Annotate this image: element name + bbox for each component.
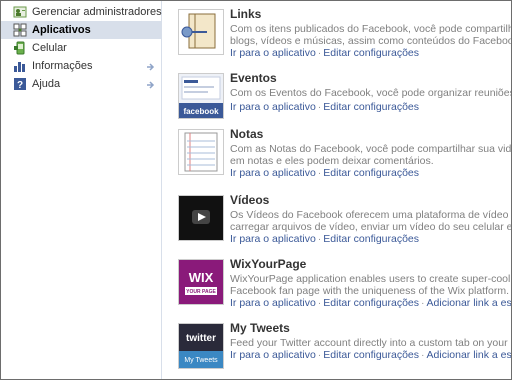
stats-chart-icon [13, 59, 27, 73]
app-title: My Tweets [230, 321, 290, 335]
sidebar-item-label: Ajuda [32, 78, 61, 90]
app-title: WixYourPage [230, 257, 307, 271]
go-to-app-link[interactable]: Ir para o aplicativo [230, 47, 316, 59]
go-to-app-link[interactable]: Ir para o aplicativo [230, 297, 316, 309]
sidebar-item-label: Informações [32, 60, 93, 72]
external-arrow-icon [147, 80, 155, 89]
app-links: Ir para o aplicativo · Editar configuraçõe… [230, 167, 420, 179]
admin-users-icon [13, 5, 27, 19]
svg-text:YOUR PAGE: YOUR PAGE [186, 289, 216, 295]
video-app-icon [178, 195, 224, 241]
sidebar-item-admins[interactable]: Gerenciar administradores [1, 3, 162, 21]
app-window: Gerenciar administradores Aplicativos Ce… [0, 0, 512, 380]
twitter-app-icon: twitter My Tweets [178, 323, 224, 369]
app-links: Ir para o aplicativo · Editar configuraçõe… [230, 47, 420, 59]
events-app-icon: facebook [178, 73, 224, 119]
edit-settings-link[interactable]: Editar configurações [323, 297, 419, 309]
app-links: Ir para o aplicativo · Editar configuraçõe… [230, 349, 511, 361]
help-question-icon: ? [13, 77, 27, 91]
app-description: WixYourPage application enables users to… [230, 273, 511, 297]
svg-text:?: ? [17, 80, 23, 91]
app-title: Eventos [230, 71, 277, 85]
app-links: Ir para o aplicativo · Editar configuraçõe… [230, 233, 420, 245]
apps-list: Links Com os itens publicados do Faceboo… [162, 1, 511, 379]
go-to-app-link[interactable]: Ir para o aplicativo [230, 349, 316, 361]
app-links: Ir para o aplicativo · Editar configuraçõe… [230, 101, 420, 113]
app-description: Com os Eventos do Facebook, você pode or… [230, 87, 512, 99]
go-to-app-link[interactable]: Ir para o aplicativo [230, 233, 316, 245]
add-tab-link[interactable]: Adicionar link a esta guia [427, 297, 511, 309]
edit-settings-link[interactable]: Editar configurações [323, 233, 419, 245]
app-description: Os Vídeos do Facebook oferecem uma plata… [230, 209, 512, 233]
svg-text:My Tweets: My Tweets [184, 357, 218, 364]
svg-text:facebook: facebook [183, 107, 219, 116]
sidebar-item-insights[interactable]: Informações [1, 57, 161, 75]
edit-settings-link[interactable]: Editar configurações [323, 101, 419, 113]
svg-text:WIX: WIX [189, 270, 214, 285]
app-description: Com as Notas do Facebook, você pode comp… [230, 143, 512, 167]
sidebar: Gerenciar administradores Aplicativos Ce… [1, 1, 162, 379]
mobile-icon [13, 41, 27, 55]
sidebar-item-label: Celular [32, 42, 67, 54]
go-to-app-link[interactable]: Ir para o aplicativo [230, 167, 316, 179]
app-description: Feed your Twitter account directly into … [230, 337, 511, 349]
sidebar-item-help[interactable]: ? Ajuda [1, 75, 161, 93]
sidebar-item-apps[interactable]: Aplicativos [1, 21, 161, 39]
add-tab-link[interactable]: Adicionar link a esta guia [427, 349, 511, 361]
app-description: Com os itens publicados do Facebook, voc… [230, 23, 511, 47]
app-links: Ir para o aplicativo · Editar configuraçõe… [230, 297, 511, 309]
sidebar-item-mobile[interactable]: Celular [1, 39, 161, 57]
edit-settings-link[interactable]: Editar configurações [323, 349, 419, 361]
external-arrow-icon [147, 62, 155, 71]
edit-settings-link[interactable]: Editar configurações [323, 167, 419, 179]
sidebar-item-label: Aplicativos [32, 24, 91, 36]
svg-text:twitter: twitter [186, 333, 216, 344]
wix-app-icon: WIX YOUR PAGE [178, 259, 224, 305]
sidebar-item-label: Gerenciar administradores [32, 6, 162, 18]
app-title: Links [230, 7, 262, 21]
apps-puzzle-icon [13, 23, 27, 37]
edit-settings-link[interactable]: Editar configurações [323, 47, 419, 59]
app-title: Vídeos [230, 193, 270, 207]
notes-app-icon [178, 129, 224, 175]
app-title: Notas [230, 127, 264, 141]
links-app-icon [178, 9, 224, 55]
go-to-app-link[interactable]: Ir para o aplicativo [230, 101, 316, 113]
